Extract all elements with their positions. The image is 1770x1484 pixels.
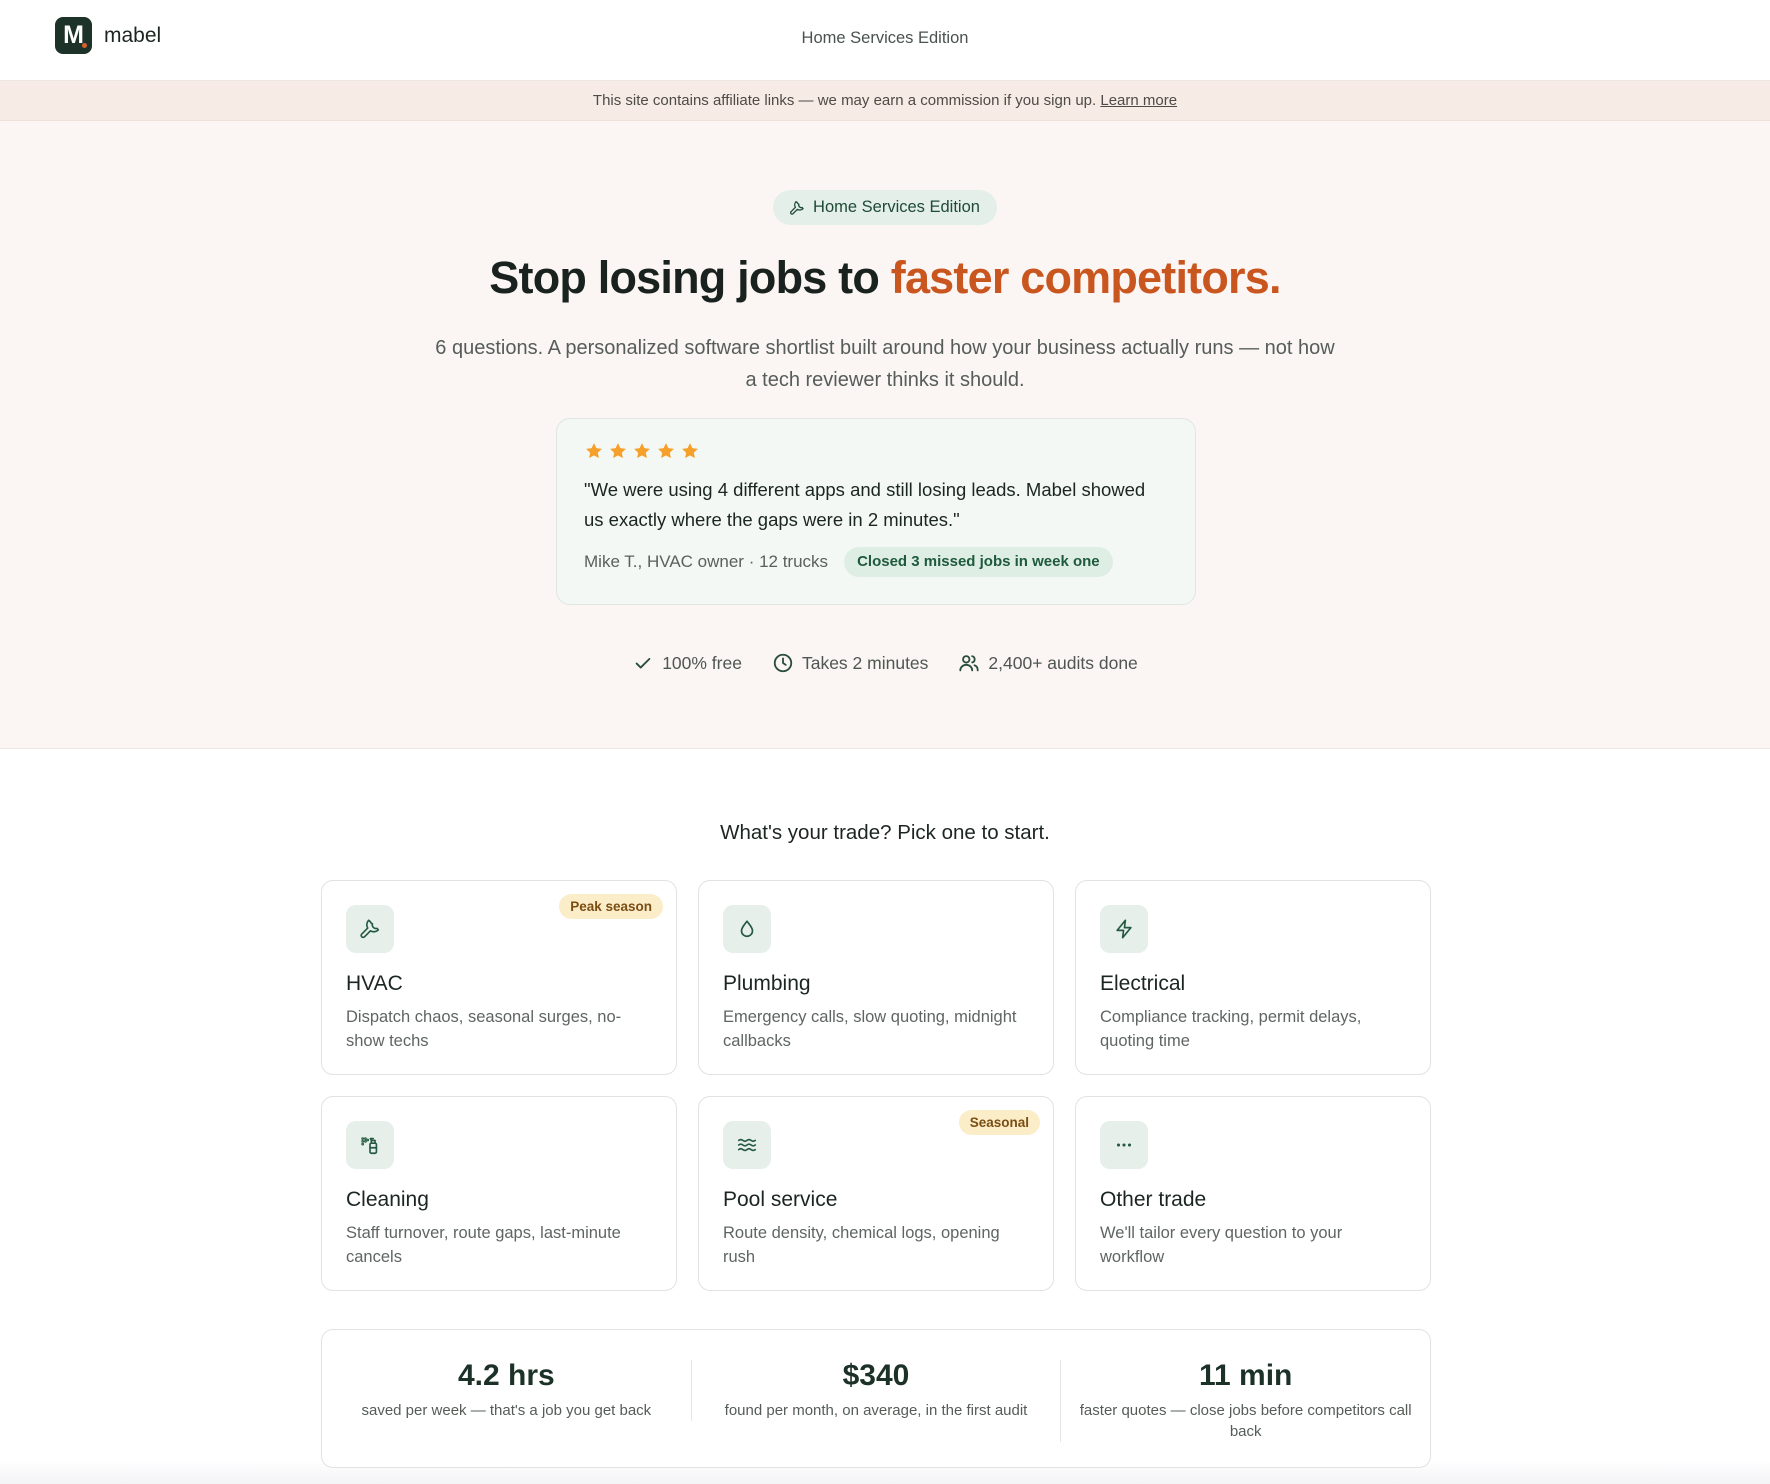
trade-card-electrical[interactable]: Electrical Compliance tracking, permit d…	[1075, 880, 1431, 1075]
seasonal-tag: Seasonal	[958, 1110, 1040, 1135]
trust-label: Takes 2 minutes	[801, 652, 929, 673]
trade-card-hvac[interactable]: Peak season HVAC Dispatch chaos, seasona…	[321, 880, 677, 1075]
trade-name: HVAC	[346, 972, 403, 995]
check-icon	[635, 657, 651, 669]
more-icon	[1100, 1121, 1148, 1169]
trade-card-pool-service[interactable]: Seasonal Pool service Route density, che…	[698, 1096, 1054, 1291]
star-icon	[682, 443, 698, 459]
star-icon	[586, 443, 602, 459]
trade-card-cleaning[interactable]: Cleaning Staff turnover, route gaps, las…	[321, 1096, 677, 1291]
trade-name: Cleaning	[346, 1188, 429, 1211]
stat-caption: found per month, on average, in the firs…	[724, 1402, 1028, 1419]
trade-description: We'll tailor every question to your work…	[1100, 1224, 1343, 1266]
trust-item-audits: 2,400+ audits done	[958, 652, 1138, 674]
learn-more-link[interactable]: Learn more	[1100, 92, 1177, 109]
clock-icon	[773, 653, 793, 673]
stat-value: 4.2 hrs	[457, 1359, 555, 1392]
trade-name: Electrical	[1100, 972, 1186, 995]
trade-picker-title: What's your trade? Pick one to start.	[720, 821, 1050, 844]
trust-label: 2,400+ audits done	[988, 652, 1138, 673]
trade-card-other[interactable]: Other trade We'll tailor every question …	[1075, 1096, 1431, 1291]
affiliate-banner: This site contains affiliate links — we …	[0, 81, 1770, 121]
wrench-icon	[789, 200, 804, 215]
trust-row: 100% free Takes 2 minutes 2,400+ audits …	[0, 652, 1770, 674]
peak-season-tag: Peak season	[559, 894, 663, 919]
trade-description: Dispatch chaos, seasonal surges, no-show…	[346, 1008, 622, 1050]
edition-label: Home Services Edition	[801, 29, 969, 47]
users-icon	[959, 655, 980, 672]
hero-title-start: Stop losing jobs to	[489, 252, 891, 303]
trade-description: Staff turnover, route gaps, last-minute …	[346, 1224, 621, 1266]
stat-caption: saved per week — that's a job you get ba…	[361, 1402, 652, 1419]
stat-caption: faster quotes — close jobs before compet…	[1079, 1402, 1412, 1440]
trust-label: 100% free	[662, 652, 742, 673]
waves-icon	[723, 1121, 771, 1169]
stat-faster-quotes: 11 min faster quotes — close jobs before…	[1060, 1360, 1430, 1442]
testimonial-quote: "We were using 4 different apps and stil…	[584, 479, 1146, 530]
affiliate-text: This site contains affiliate links — we …	[592, 92, 1097, 109]
star-rating	[584, 441, 1168, 463]
trade-description: Route density, chemical logs, opening ru…	[723, 1224, 1000, 1266]
stat-hours-saved: 4.2 hrs saved per week — that's a job yo…	[322, 1360, 691, 1421]
stat-value: 11 min	[1198, 1359, 1293, 1392]
edition-pill: Home Services Edition	[773, 190, 997, 225]
trade-card-plumbing[interactable]: Plumbing Emergency calls, slow quoting, …	[698, 880, 1054, 1075]
testimonial-author: Mike T., HVAC owner · 12 trucks	[584, 552, 829, 571]
testimonial-card: "We were using 4 different apps and stil…	[556, 418, 1196, 605]
trust-item-free: 100% free	[632, 652, 742, 674]
star-icon	[634, 443, 650, 459]
hero-title-accent: faster competitors.	[890, 252, 1282, 303]
trade-name: Plumbing	[723, 972, 811, 995]
trade-grid: Peak season HVAC Dispatch chaos, seasona…	[321, 880, 1431, 1291]
bolt-icon	[1100, 905, 1148, 953]
hero-subtitle: 6 questions. A personalized software sho…	[435, 337, 1335, 391]
trade-name: Other trade	[1100, 1188, 1207, 1211]
trust-item-time: Takes 2 minutes	[772, 652, 928, 674]
spray-bottle-icon	[346, 1121, 394, 1169]
edition-pill-label: Home Services Edition	[813, 198, 980, 216]
trade-name: Pool service	[723, 1188, 838, 1211]
testimonial-attribution: Mike T., HVAC owner · 12 trucks Closed 3…	[584, 547, 1168, 577]
stats-panel: 4.2 hrs saved per week — that's a job yo…	[321, 1329, 1431, 1468]
hero-section: Home Services Edition Stop losing jobs t…	[0, 121, 1770, 749]
star-icon	[610, 443, 626, 459]
wrench-icon	[346, 905, 394, 953]
hero-title: Stop losing jobs to faster competitors.	[0, 252, 1770, 304]
result-badge: Closed 3 missed jobs in week one	[844, 547, 1113, 577]
stat-money-found: $340 found per month, on average, in the…	[690, 1359, 1061, 1421]
stat-value: $340	[842, 1359, 910, 1392]
star-icon	[658, 443, 674, 459]
trade-description: Compliance tracking, permit delays, quot…	[1100, 1008, 1362, 1050]
droplet-icon	[723, 905, 771, 953]
trade-description: Emergency calls, slow quoting, midnight …	[723, 1008, 1017, 1050]
top-nav: M mabel Home Services Edition	[0, 0, 1770, 81]
